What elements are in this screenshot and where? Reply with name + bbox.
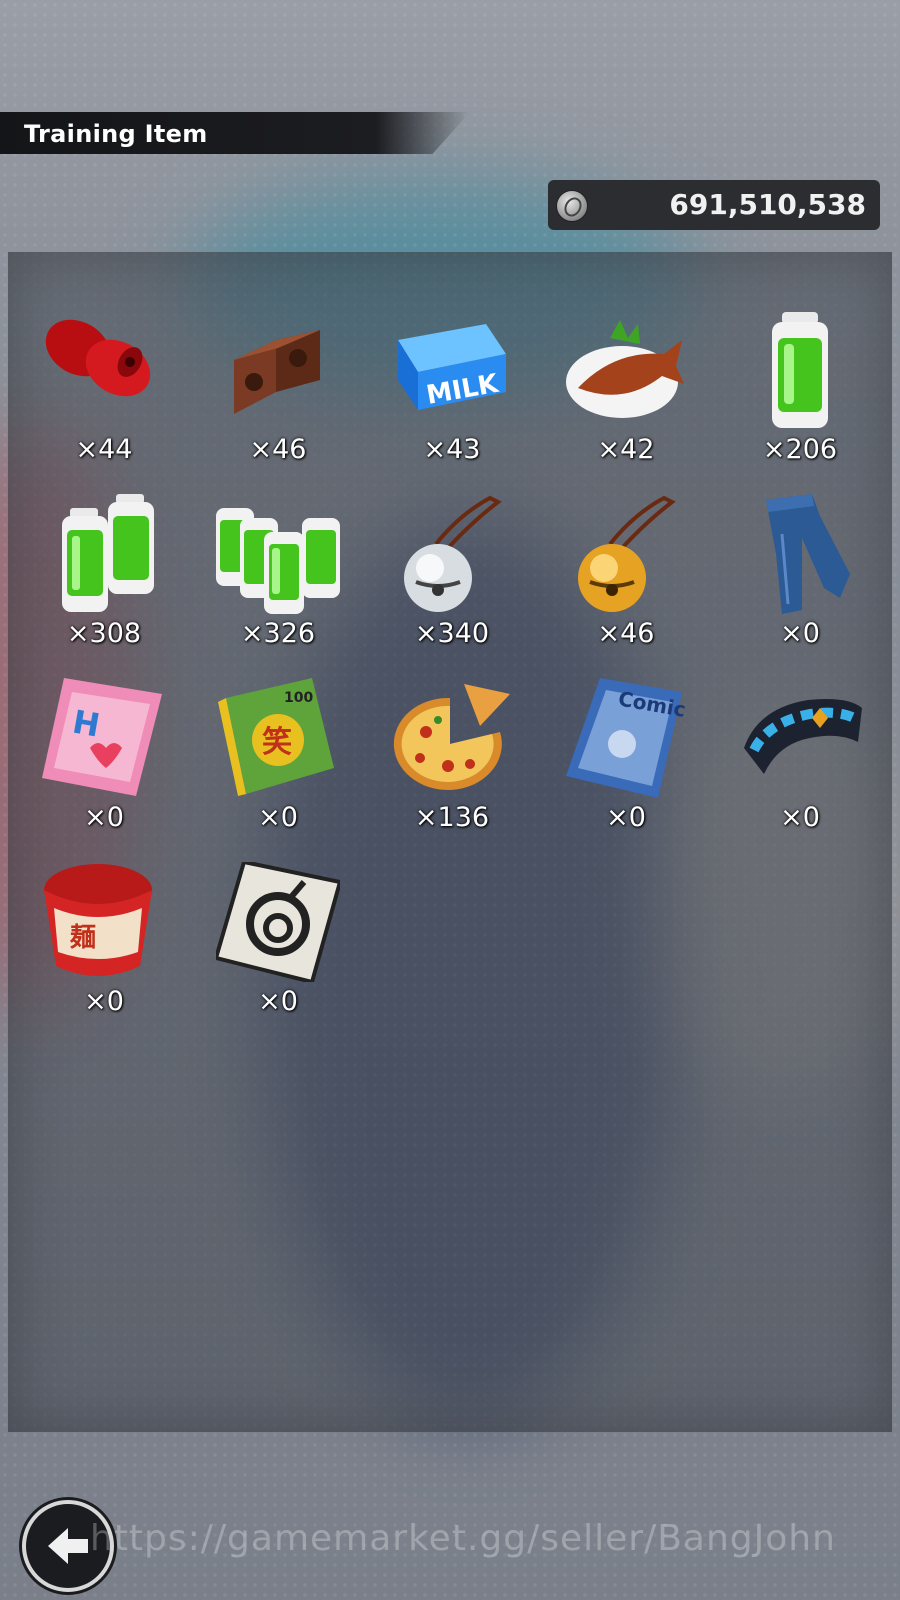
pink-magazine-icon: H xyxy=(42,678,166,798)
item-count: ×206 xyxy=(762,434,838,465)
joke-book-icon: 笑 100 xyxy=(216,678,340,798)
item-count: ×326 xyxy=(240,618,316,649)
item-count: ×308 xyxy=(66,618,142,649)
item-count: ×0 xyxy=(258,802,298,833)
page-title: Training Item xyxy=(24,120,208,148)
item-count: ×340 xyxy=(414,618,490,649)
ramen-cup-icon: 麺 xyxy=(42,862,166,982)
item-count: ×43 xyxy=(423,434,481,465)
currency-amount: 691,510,538 xyxy=(669,188,866,221)
watermark-text: https://gamemarket.gg/seller/BangJohn xyxy=(90,1518,836,1559)
item-silver-bell[interactable]: ×340 xyxy=(364,494,536,664)
pizza-icon xyxy=(390,678,514,798)
item-count: ×0 xyxy=(84,986,124,1017)
item-count: ×46 xyxy=(597,618,655,649)
silver-bell-icon xyxy=(390,494,514,614)
item-count: ×46 xyxy=(249,434,307,465)
item-jeans[interactable]: ×0 xyxy=(712,494,884,664)
item-count: ×0 xyxy=(258,986,298,1017)
item-weight[interactable]: ×44 xyxy=(16,310,188,480)
item-count: ×0 xyxy=(780,618,820,649)
item-milk[interactable]: MILK ×43 xyxy=(364,310,536,480)
item-gold-bell[interactable]: ×46 xyxy=(538,494,710,664)
item-battery-single[interactable]: ×206 xyxy=(712,310,884,480)
comic-book-icon: Comic xyxy=(564,678,688,798)
item-capsule-card[interactable]: ×0 xyxy=(190,859,362,1032)
battery-single-icon xyxy=(738,310,862,430)
jeans-icon xyxy=(738,494,862,614)
grilled-fish-icon xyxy=(564,310,688,430)
item-count: ×42 xyxy=(597,434,655,465)
brick-icon xyxy=(216,310,340,430)
item-count: ×136 xyxy=(414,802,490,833)
item-count: ×44 xyxy=(75,434,133,465)
wristband-icon xyxy=(738,678,862,798)
capsule-card-icon xyxy=(213,859,343,985)
item-fish[interactable]: ×42 xyxy=(538,310,710,480)
item-pink-magazine[interactable]: H ×0 xyxy=(16,678,188,848)
svg-text:麺: 麺 xyxy=(69,923,96,953)
item-battery-pack[interactable]: ×326 xyxy=(190,494,362,664)
item-wristband[interactable]: ×0 xyxy=(712,678,884,848)
weight-icon xyxy=(42,310,166,430)
gold-bell-icon xyxy=(564,494,688,614)
item-ramen[interactable]: 麺 ×0 xyxy=(16,862,188,1032)
item-count: ×0 xyxy=(780,802,820,833)
item-comic-book[interactable]: Comic ×0 xyxy=(538,678,710,848)
battery-double-icon xyxy=(42,494,166,614)
item-joke-book[interactable]: 笑 100 ×0 xyxy=(190,678,362,848)
svg-text:笑: 笑 xyxy=(262,725,292,760)
item-count: ×0 xyxy=(84,802,124,833)
item-brick[interactable]: ×46 xyxy=(190,310,362,480)
svg-text:100: 100 xyxy=(284,690,313,706)
item-count: ×0 xyxy=(606,802,646,833)
battery-pack-icon xyxy=(216,494,340,614)
item-battery-double[interactable]: ×308 xyxy=(16,494,188,664)
item-pizza[interactable]: ×136 xyxy=(364,678,536,848)
zeni-coin-icon xyxy=(556,190,588,222)
milk-carton-icon: MILK xyxy=(390,310,514,430)
